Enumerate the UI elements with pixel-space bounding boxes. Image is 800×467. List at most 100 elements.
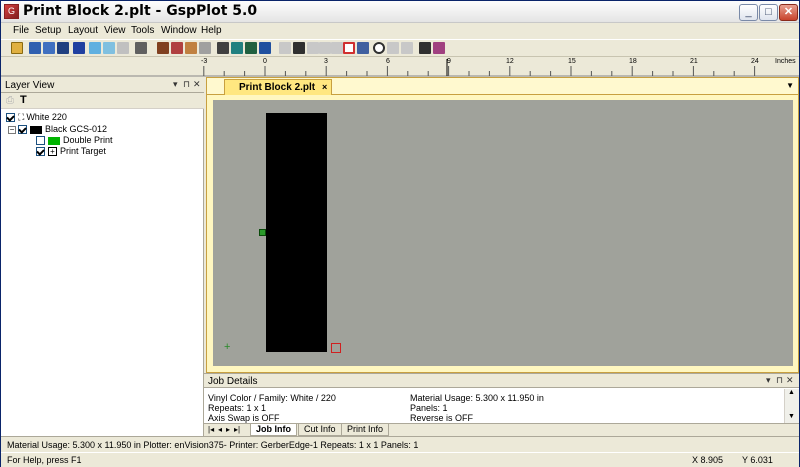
frame-icon[interactable] xyxy=(259,42,271,54)
ruler-label-24: 24 xyxy=(751,58,759,65)
print-block-shape[interactable] xyxy=(266,113,327,352)
tab-cut-info[interactable]: Cut Info xyxy=(298,424,342,436)
layer-label: Black GCS-012 xyxy=(45,124,108,134)
layer-row-print-target[interactable]: + Print Target xyxy=(36,146,106,157)
scroll-up-icon[interactable]: ▲ xyxy=(788,389,795,396)
info-bar: Material Usage: 5.300 x 11.950 in Plotte… xyxy=(1,436,799,452)
menu-help[interactable]: Help xyxy=(201,25,222,36)
tab-print-info[interactable]: Print Info xyxy=(341,424,390,436)
plot-canvas[interactable]: + xyxy=(213,100,793,366)
status-help-text: For Help, press F1 xyxy=(7,455,82,465)
dropdown-icon[interactable]: ▾ xyxy=(173,79,178,90)
ruler-label-3: 3 xyxy=(324,58,328,65)
menu-tools[interactable]: Tools xyxy=(131,25,154,36)
registration-mark[interactable] xyxy=(259,229,266,236)
first-tab-icon[interactable]: |◂ xyxy=(208,425,214,434)
collapse-icon[interactable]: − xyxy=(8,125,16,134)
document-tab[interactable]: Print Block 2.plt × xyxy=(224,79,332,95)
text-tool-icon[interactable]: T xyxy=(20,94,27,106)
close-panel-icon[interactable]: ✕ xyxy=(193,79,201,90)
dropdown-icon[interactable]: ▾ xyxy=(766,375,771,386)
ruler-label-9: 9 xyxy=(447,58,451,65)
first-icon xyxy=(307,42,319,54)
panel-icon[interactable] xyxy=(217,42,229,54)
layer-checkbox[interactable] xyxy=(18,125,27,135)
layer-view-panel: Layer View ▾ ⊓ ✕ ⎙ T ⛶ White 220 − Black G… xyxy=(1,77,204,436)
next-tab-icon[interactable]: ▸ xyxy=(226,425,230,434)
title-bar: G Print Block 2.plt - GspPlot 5.0 _ □ ✕ xyxy=(1,1,799,23)
vinyl-roll-icon: ⛶ xyxy=(18,112,25,122)
ruler-label-21: 21 xyxy=(690,58,698,65)
pin-icon[interactable]: ⊓ xyxy=(776,375,783,386)
split-icon[interactable] xyxy=(43,42,55,54)
scroll-down-icon[interactable]: ▼ xyxy=(788,413,795,420)
tab-close-icon[interactable]: × xyxy=(322,82,327,92)
job-details-content: Vinyl Color / Family: White / 220 Repeat… xyxy=(204,389,784,423)
about-icon[interactable] xyxy=(433,42,445,54)
menu-file[interactable]: File xyxy=(13,25,29,36)
menu-view[interactable]: View xyxy=(104,25,126,36)
job-details-title: Job Details xyxy=(208,376,258,387)
move-icon[interactable] xyxy=(245,42,257,54)
layer-label: Print Target xyxy=(60,146,106,156)
weed-icon[interactable] xyxy=(135,42,147,54)
layer-view-title: Layer View xyxy=(5,80,55,91)
vertical-scrollbar[interactable]: ▲ ▼ xyxy=(784,389,799,423)
view-icon[interactable] xyxy=(357,42,369,54)
color-swatch xyxy=(48,136,60,145)
main-toolbar xyxy=(1,39,799,57)
menu-window[interactable]: Window xyxy=(161,25,197,36)
end-target-icon[interactable] xyxy=(331,343,341,353)
target-icon: + xyxy=(48,147,57,157)
material-usage-text: Material Usage: 5.300 x 11.950 in xyxy=(410,393,544,403)
document-tab-label: Print Block 2.plt xyxy=(239,82,316,93)
export-icon[interactable] xyxy=(57,42,69,54)
plot-icon[interactable] xyxy=(157,42,169,54)
maximize-button[interactable]: □ xyxy=(759,4,778,21)
layer-icon[interactable] xyxy=(73,42,85,54)
layer-checkbox[interactable] xyxy=(36,147,45,157)
color-icon[interactable] xyxy=(89,42,101,54)
last-tab-icon[interactable]: ▸| xyxy=(234,425,240,434)
chevron-down-icon[interactable]: ▼ xyxy=(786,81,794,90)
panels-text: Panels: 1 xyxy=(410,403,448,413)
tile-icon[interactable] xyxy=(231,42,243,54)
help-pointer-icon[interactable] xyxy=(419,42,431,54)
zoom-fit-icon xyxy=(387,42,399,54)
pin-icon[interactable]: ⊓ xyxy=(183,79,190,90)
disabled-tool-icon xyxy=(117,42,129,54)
print-icon[interactable] xyxy=(185,42,197,54)
cut-icon[interactable] xyxy=(171,42,183,54)
import-icon[interactable] xyxy=(29,42,41,54)
menu-bar: File Setup Layout View Tools Window Help xyxy=(1,23,799,39)
open-icon[interactable] xyxy=(11,42,23,54)
layer-row-double-print[interactable]: Double Print xyxy=(36,135,113,146)
layer-row-black[interactable]: − Black GCS-012 xyxy=(8,124,107,135)
ruler-label-m3: -3 xyxy=(201,58,208,65)
ruler-label-15: 15 xyxy=(568,58,576,65)
box-select-icon[interactable] xyxy=(343,42,355,54)
menu-setup[interactable]: Setup xyxy=(35,25,61,36)
app-icon[interactable]: G xyxy=(4,4,19,19)
layer-checkbox[interactable] xyxy=(6,113,15,123)
fill-icon[interactable] xyxy=(103,42,115,54)
preview-icon[interactable] xyxy=(199,42,211,54)
layer-row-white[interactable]: ⛶ White 220 xyxy=(6,112,67,123)
origin-crosshair-icon: + xyxy=(224,341,231,353)
select-arrow-icon[interactable] xyxy=(293,42,305,54)
layer-checkbox[interactable] xyxy=(36,136,45,146)
zoom-icon[interactable] xyxy=(373,42,385,54)
layer-tool-icon: ⎙ xyxy=(6,95,14,106)
prev-tab-icon[interactable]: ◂ xyxy=(218,425,222,434)
close-panel-icon[interactable]: ✕ xyxy=(786,375,794,386)
ruler-label-18: 18 xyxy=(629,58,637,65)
delete-icon xyxy=(401,42,413,54)
reverse-text: Reverse is OFF xyxy=(410,413,474,423)
menu-layout[interactable]: Layout xyxy=(68,25,98,36)
close-button[interactable]: ✕ xyxy=(779,4,798,21)
tab-job-info[interactable]: Job Info xyxy=(250,424,297,436)
ruler-unit: Inches xyxy=(775,58,796,65)
window-title: Print Block 2.plt - GspPlot 5.0 xyxy=(23,3,258,19)
minimize-button[interactable]: _ xyxy=(739,4,758,21)
layer-view-header: Layer View ▾ ⊓ ✕ xyxy=(1,77,204,93)
